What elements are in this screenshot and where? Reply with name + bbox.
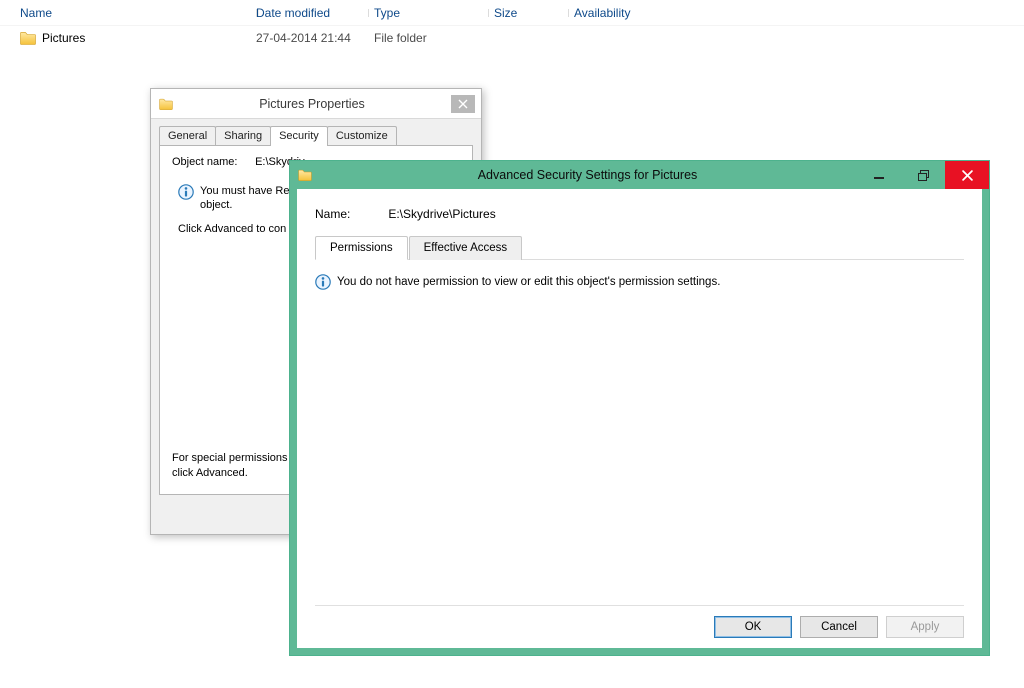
column-header-date[interactable]: Date modified (256, 6, 368, 20)
object-name-label: Object name: (172, 156, 252, 168)
restore-icon (918, 170, 929, 181)
column-header-name[interactable]: Name (20, 6, 256, 20)
advanced-tabs: Permissions Effective Access (315, 235, 964, 260)
tab-customize[interactable]: Customize (327, 126, 397, 146)
folder-icon (20, 31, 36, 45)
explorer-list: Name Date modified Type Size Availabilit… (0, 0, 1024, 50)
close-button[interactable] (451, 95, 475, 113)
list-item-date: 27-04-2014 21:44 (256, 31, 368, 45)
column-header-availability[interactable]: Availability (568, 6, 708, 20)
minimize-button[interactable] (857, 161, 901, 189)
advanced-titlebar[interactable]: Advanced Security Settings for Pictures (290, 161, 989, 189)
properties-tabs: General Sharing Security Customize (151, 119, 481, 145)
maximize-button[interactable] (901, 161, 945, 189)
column-header-size[interactable]: Size (488, 6, 568, 20)
permission-denied-text: You do not have permission to view or ed… (337, 276, 720, 288)
folder-icon (159, 98, 173, 110)
dialog-button-bar: OK Cancel Apply (315, 605, 964, 638)
properties-titlebar[interactable]: Pictures Properties (151, 89, 481, 119)
apply-button[interactable]: Apply (886, 616, 964, 638)
tab-security[interactable]: Security (270, 126, 328, 146)
folder-icon (298, 169, 312, 181)
close-icon (458, 99, 468, 109)
ok-button[interactable]: OK (714, 616, 792, 638)
name-value: E:\Skydrive\Pictures (388, 207, 495, 221)
advanced-title: Advanced Security Settings for Pictures (318, 168, 857, 182)
column-header-row: Name Date modified Type Size Availabilit… (0, 0, 1024, 26)
permission-denied-message: You do not have permission to view or ed… (315, 274, 964, 290)
object-name-line: Name: E:\Skydrive\Pictures (315, 207, 964, 221)
name-label: Name: (315, 207, 385, 221)
tab-permissions[interactable]: Permissions (315, 236, 408, 260)
cancel-button[interactable]: Cancel (800, 616, 878, 638)
info-icon (178, 184, 194, 200)
list-item[interactable]: Pictures 27-04-2014 21:44 File folder (0, 26, 1024, 50)
list-item-name: Pictures (42, 31, 85, 45)
close-icon (962, 170, 973, 181)
close-button[interactable] (945, 161, 989, 189)
info-icon (315, 274, 331, 290)
properties-title: Pictures Properties (181, 97, 443, 111)
column-header-type[interactable]: Type (368, 6, 488, 20)
tab-sharing[interactable]: Sharing (215, 126, 271, 146)
list-item-type: File folder (368, 31, 488, 45)
tab-general[interactable]: General (159, 126, 216, 146)
tab-effective-access[interactable]: Effective Access (409, 236, 523, 260)
advanced-security-window: Advanced Security Settings for Pictures … (289, 160, 990, 656)
